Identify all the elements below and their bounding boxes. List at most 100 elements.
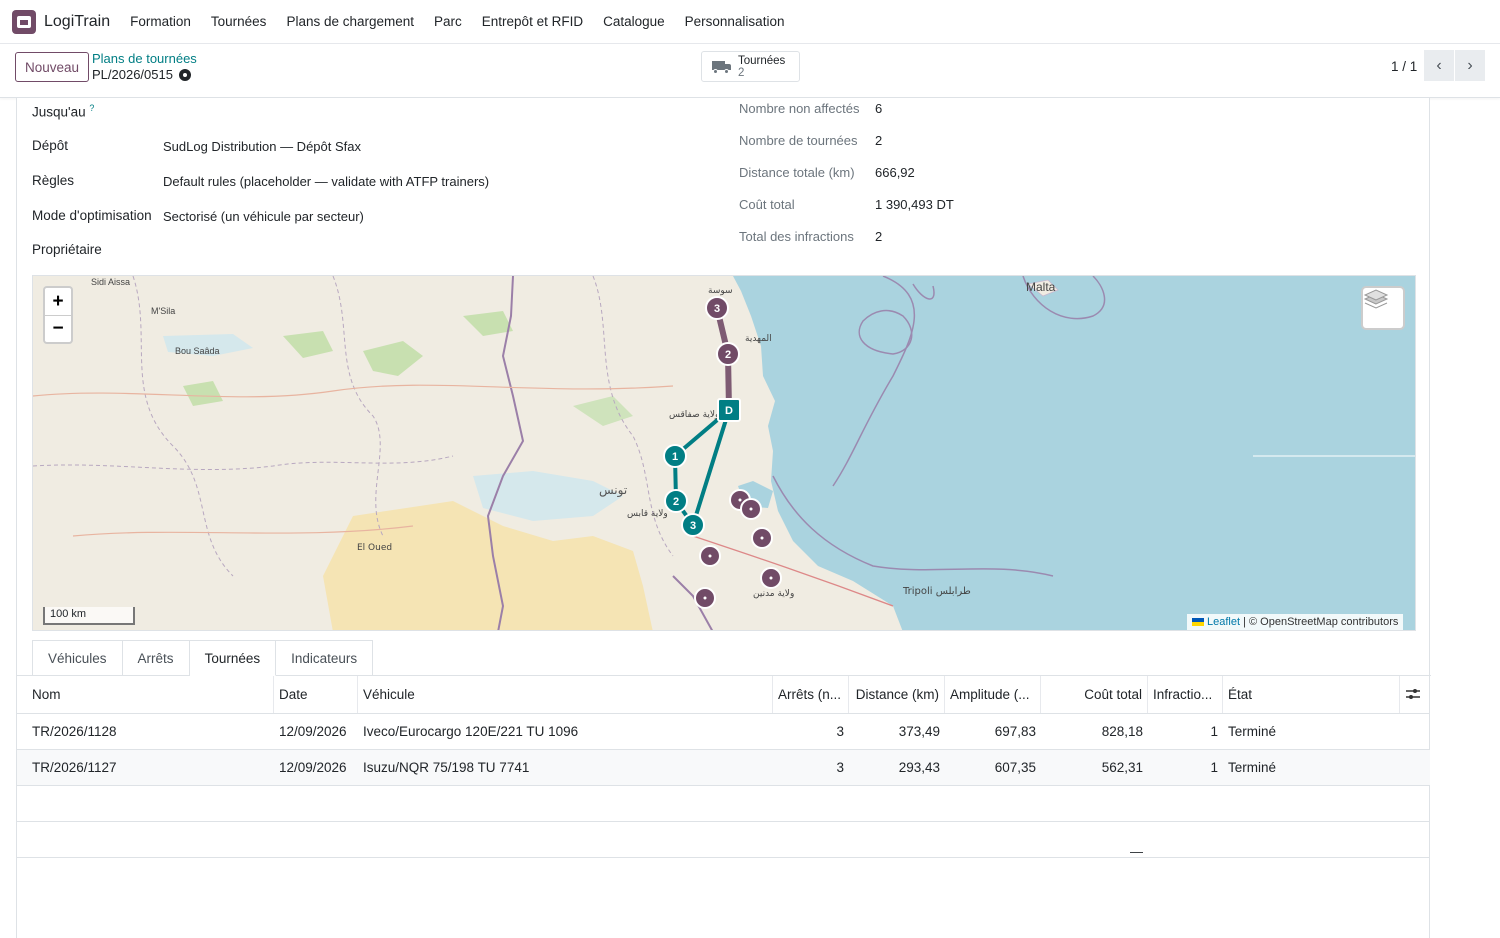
empty-row [17,786,1430,822]
column-header-cout-total[interactable]: Coût total [1041,676,1148,713]
zoom-in-button[interactable]: + [45,288,71,315]
depot-marker[interactable]: D [717,398,741,422]
menu-item-personnalisation[interactable]: Personnalisation [675,14,795,29]
cell-amplitude: 607,35 [994,760,1036,775]
table-header: Nom Date Véhicule Arrêts (n... Distance … [17,676,1430,714]
svg-text:1: 1 [672,451,678,463]
route-1-stop-marker[interactable]: 3 [681,513,705,537]
new-button[interactable]: Nouveau [15,52,90,82]
tournees-smart-button[interactable]: Tournées 2 [701,51,800,82]
record-name: PL/2026/0515 [92,67,173,82]
unassigned-marker[interactable] [740,498,762,520]
menu-item-plans-de-chargement[interactable]: Plans de chargement [276,14,424,29]
menu-item-catalogue[interactable]: Catalogue [593,14,675,29]
column-settings-icon[interactable] [1406,688,1420,700]
table-row[interactable]: TR/2026/1128 12/09/2026 Iveco/Eurocargo … [17,714,1430,750]
tab-arrets[interactable]: Arrêts [122,640,190,676]
map-label-el-oued: El Oued [357,543,392,553]
cell-vehicule: Isuzu/NQR 75/198 TU 7741 [363,760,530,775]
field-value-nombre-tournees: 2 [875,133,883,148]
layers-button[interactable] [1361,286,1405,330]
zoom-control: + − [43,286,73,344]
truck-icon [712,60,732,74]
column-header-infractions[interactable]: Infractio... [1148,676,1223,713]
tab-vehicules[interactable]: Véhicules [32,640,123,676]
unassigned-marker[interactable] [694,587,716,609]
route-2-stop-marker[interactable]: 3 [705,296,729,320]
cell-date: 12/09/2026 [279,724,347,739]
pager-previous-button[interactable]: ‹ [1424,50,1454,81]
cell-distance: 293,43 [898,760,940,775]
field-value-total-infractions: 2 [875,229,883,244]
app-name[interactable]: LogiTrain [44,13,110,31]
tab-indicateurs[interactable]: Indicateurs [276,640,374,676]
cell-etat: Terminé [1228,760,1277,775]
cell-etat: Terminé [1228,724,1277,739]
column-header-date[interactable]: Date [274,676,358,713]
top-navbar: LogiTrain Formation Tournées Plans de ch… [0,0,1500,44]
cell-arrets: 3 [836,724,844,739]
map-label-malta: Malta [1026,280,1056,294]
field-value-regles[interactable]: Default rules (placeholder — validate wi… [163,174,489,189]
route-2-stop-marker[interactable]: 2 [716,342,740,366]
map-label-msila: M'Sila [151,306,175,316]
leaflet-link[interactable]: Leaflet [1207,616,1240,628]
pager-next-button[interactable]: › [1455,50,1485,81]
ukraine-flag-icon [1192,618,1204,626]
notebook-tabs: Véhicules Arrêts Tournées Indicateurs [32,640,374,676]
field-value-depot[interactable]: SudLog Distribution — Dépôt Sfax [163,139,361,154]
field-label-depot: Dépôt [32,138,69,153]
menu-item-formation[interactable]: Formation [120,14,201,29]
pager-value[interactable]: 1 / 1 [1391,59,1417,74]
smart-button-label: Tournées [738,54,786,67]
menu-item-parc[interactable]: Parc [424,14,472,29]
main-menu: Formation Tournées Plans de chargement P… [120,14,794,29]
column-header-etat[interactable]: État [1223,676,1400,713]
form-sheet: Jusqu'au ? Dépôt SudLog Distribution — D… [16,98,1431,938]
control-panel: Nouveau Plans de tournées PL/2026/0515 T… [0,44,1500,98]
column-header-arrets[interactable]: Arrêts (n... [773,676,849,713]
map-label-bou-saada: Bou Saâda [175,346,220,356]
chevron-right-icon: › [1467,56,1473,74]
column-header-nom[interactable]: Nom [27,676,274,713]
map-label-sfax: ولاية صفاقس [669,410,719,420]
field-value-distance-totale: 666,92 [875,165,915,180]
route-1-stop-marker[interactable]: 1 [663,444,687,468]
unassigned-marker[interactable] [760,567,782,589]
map-label-tripoli: Tripoli طرابلس [902,586,971,597]
field-value-non-affectes: 6 [875,101,883,116]
app-logo-icon[interactable] [12,9,36,34]
zoom-out-button[interactable]: − [45,315,71,342]
cell-distance: 373,49 [898,724,940,739]
route-map[interactable]: Malta Sidi Aissa M'Sila Bou Saâda تونس E… [32,275,1416,631]
map-label-sousse: سوسة [708,286,733,296]
menu-item-tournees[interactable]: Tournées [201,14,277,29]
map-label-gabes: ولاية قابس [627,509,668,519]
cell-infractions: 1 [1210,760,1218,775]
field-label-mode-optimisation: Mode d'optimisation [32,208,152,223]
tournees-table: Nom Date Véhicule Arrêts (n... Distance … [17,676,1430,859]
column-header-distance[interactable]: Distance (km) [849,676,945,713]
cell-infractions: 1 [1210,724,1218,739]
map-label-sidi-aissa: Sidi Aissa [91,277,130,287]
route-1-stop-marker[interactable]: 2 [664,489,688,513]
table-row[interactable]: TR/2026/1127 12/09/2026 Isuzu/NQR 75/198… [17,750,1430,786]
breadcrumb-current: PL/2026/0515 [92,67,191,82]
cell-nom: TR/2026/1127 [32,760,117,775]
map-canvas: Malta Sidi Aissa M'Sila Bou Saâda تونس E… [33,276,1415,630]
unassigned-marker[interactable] [751,527,773,549]
unassigned-marker[interactable] [699,545,721,567]
breadcrumb-parent[interactable]: Plans de tournées [92,51,197,66]
gear-icon[interactable] [178,68,191,81]
field-label-non-affectes: Nombre non affectés [739,101,860,116]
field-label-cout-total: Coût total [739,197,795,212]
map-label-tounes: تونس [599,483,627,498]
field-value-mode-optimisation[interactable]: Sectorisé (un véhicule par secteur) [163,209,364,224]
menu-item-entrepot-rfid[interactable]: Entrepôt et RFID [472,14,593,29]
tab-tournees[interactable]: Tournées [189,640,277,676]
column-header-vehicule[interactable]: Véhicule [358,676,773,713]
attribution-text: | © OpenStreetMap contributors [1243,616,1399,628]
column-header-amplitude[interactable]: Amplitude (... [945,676,1041,713]
cell-vehicule: Iveco/Eurocargo 120E/221 TU 1096 [363,724,579,739]
help-icon[interactable]: ? [89,103,94,113]
